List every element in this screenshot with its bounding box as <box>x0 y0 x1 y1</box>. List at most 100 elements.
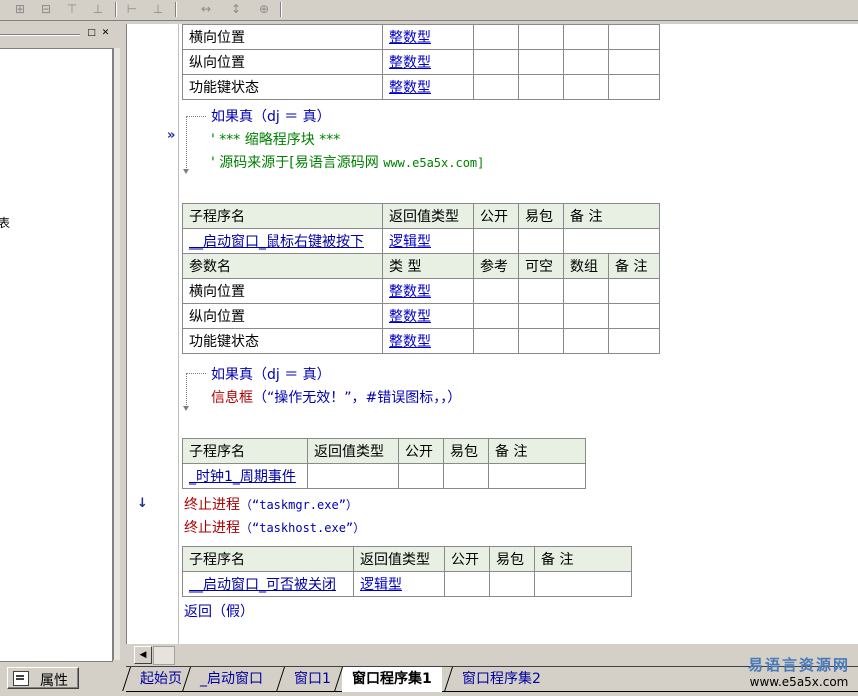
param-nullable[interactable] <box>518 24 564 50</box>
sub-note[interactable] <box>563 228 660 254</box>
header-cell: 备 注 <box>488 438 586 464</box>
param-nullable[interactable] <box>518 303 564 329</box>
tab-window-assembly1[interactable]: 窗口程序集1 <box>334 667 442 692</box>
sub-return-type[interactable]: 逻辑型 <box>353 571 445 597</box>
panel-grip[interactable] <box>0 34 80 36</box>
watermark-title: 易语言资源网 <box>747 656 850 674</box>
tab-startup-window[interactable]: _启动窗口 <box>182 667 273 691</box>
same-size-icon[interactable]: ⊕ <box>254 1 274 18</box>
same-width-icon[interactable]: ↔ <box>196 1 216 18</box>
table-row: 横向位置 整数型 <box>182 24 660 50</box>
tab-label: 起始页 <box>140 671 182 687</box>
param-header-row: 参数名 类 型 参考 可空 数组 备 注 <box>182 253 660 279</box>
tab-window1[interactable]: 窗口1 <box>276 667 341 691</box>
param-nullable[interactable] <box>518 49 564 75</box>
sub-return-type[interactable]: 逻辑型 <box>382 228 474 254</box>
param-nullable[interactable] <box>518 74 564 100</box>
msgbox-function: 信息框 <box>211 390 253 406</box>
align-middle-icon[interactable]: ⊥ <box>88 1 108 18</box>
param-nullable[interactable] <box>518 328 564 354</box>
param-ref[interactable] <box>473 278 519 304</box>
align-left-icon[interactable]: ⊞ <box>10 1 30 18</box>
toolbar-separator <box>175 2 177 17</box>
param-type[interactable]: 整数型 <box>382 74 474 100</box>
sub-name[interactable]: __启动窗口_鼠标右键被按下 <box>182 228 383 254</box>
param-array[interactable] <box>563 74 609 100</box>
param-ref[interactable] <box>473 74 519 100</box>
param-name[interactable]: 纵向位置 <box>182 49 383 75</box>
header-cell: 子程序名 <box>182 203 383 229</box>
param-name[interactable]: 横向位置 <box>182 24 383 50</box>
param-note[interactable] <box>608 24 660 50</box>
sub-name[interactable]: _时钟1_周期事件 <box>182 463 308 489</box>
flow-arrow-icon <box>183 169 189 174</box>
code-editor[interactable]: » ↓ 横向位置 整数型 纵向位置 整数型 功能键状态 整数型 如果真（dj ＝… <box>126 24 858 644</box>
param-type[interactable]: 整数型 <box>382 278 474 304</box>
sub-return-type[interactable] <box>307 463 399 489</box>
if-statement[interactable]: 如果真（dj ＝ 真） <box>211 106 331 126</box>
param-note[interactable] <box>608 328 660 354</box>
command-args: （“taskhost.exe”） <box>240 521 366 535</box>
if-statement[interactable]: 如果真（dj ＝ 真） <box>211 364 331 384</box>
align-top-icon[interactable]: ⊤ <box>62 1 82 18</box>
close-icon[interactable]: ✕ <box>100 28 111 39</box>
property-tab[interactable]: 属性 <box>7 667 79 689</box>
command-name: 终止进程 <box>184 520 240 536</box>
tab-label: 窗口程序集1 <box>352 671 432 687</box>
param-name[interactable]: 功能键状态 <box>182 74 383 100</box>
header-cell: 备 注 <box>534 546 632 572</box>
sub-note[interactable] <box>488 463 586 489</box>
param-type[interactable]: 整数型 <box>382 303 474 329</box>
param-note[interactable] <box>608 278 660 304</box>
distribute-vertical-icon[interactable]: ⊥ <box>148 1 168 18</box>
param-array[interactable] <box>563 328 609 354</box>
distribute-horizontal-icon[interactable]: ⊢ <box>122 1 142 18</box>
param-note[interactable] <box>608 303 660 329</box>
param-array[interactable] <box>563 24 609 50</box>
left-panel-scrollbar[interactable] <box>113 48 120 660</box>
align-center-icon[interactable]: ⊟ <box>36 1 56 18</box>
sub-public[interactable] <box>473 228 519 254</box>
table-row: 横向位置 整数型 <box>182 278 660 304</box>
current-line-arrow-icon: ↓ <box>137 496 148 511</box>
flow-line <box>186 373 187 405</box>
sub-name[interactable]: __启动窗口_可否被关闭 <box>182 571 354 597</box>
sub-package[interactable] <box>518 228 564 254</box>
sub-package[interactable] <box>443 463 489 489</box>
comment-line[interactable]: ' 源码来源于[易语言源码网 www.e5a5x.com] <box>211 152 484 172</box>
same-height-icon[interactable]: ↕ <box>226 1 246 18</box>
header-cell: 备 注 <box>563 203 660 229</box>
return-statement[interactable]: 返回（假） <box>184 601 254 621</box>
tab-window-assembly2[interactable]: 窗口程序集2 <box>444 667 551 691</box>
param-note[interactable] <box>608 74 660 100</box>
table-header-row: 子程序名 返回值类型 公开 易包 备 注 <box>182 203 660 229</box>
param-ref[interactable] <box>473 303 519 329</box>
param-ref[interactable] <box>473 24 519 50</box>
param-note[interactable] <box>608 49 660 75</box>
kill-process-call-2[interactable]: 终止进程（“taskhost.exe”） <box>184 517 365 537</box>
param-ref[interactable] <box>473 49 519 75</box>
param-ref[interactable] <box>473 328 519 354</box>
comment-line[interactable]: ' *** 缩略程序块 *** <box>211 129 340 149</box>
param-array[interactable] <box>563 303 609 329</box>
sub-public[interactable] <box>398 463 444 489</box>
toolbar-separator <box>280 2 282 17</box>
scroll-left-icon[interactable]: ◀ <box>134 646 152 664</box>
param-nullable[interactable] <box>518 278 564 304</box>
sub-public[interactable] <box>444 571 490 597</box>
param-type[interactable]: 整数型 <box>382 328 474 354</box>
param-type[interactable]: 整数型 <box>382 24 474 50</box>
scroll-track[interactable] <box>153 646 175 665</box>
restore-icon[interactable]: □ <box>86 28 97 39</box>
param-name[interactable]: 功能键状态 <box>182 328 383 354</box>
param-type[interactable]: 整数型 <box>382 49 474 75</box>
msgbox-call[interactable]: 信息框（“操作无效！”，#错误图标，，） <box>211 387 461 407</box>
sub-package[interactable] <box>489 571 535 597</box>
param-name[interactable]: 纵向位置 <box>182 303 383 329</box>
kill-process-call-1[interactable]: 终止进程（“taskmgr.exe”） <box>184 494 358 514</box>
sub-note[interactable] <box>534 571 632 597</box>
param-array[interactable] <box>563 278 609 304</box>
collapsed-block-marker-icon[interactable]: » <box>167 128 175 143</box>
param-name[interactable]: 横向位置 <box>182 278 383 304</box>
param-array[interactable] <box>563 49 609 75</box>
